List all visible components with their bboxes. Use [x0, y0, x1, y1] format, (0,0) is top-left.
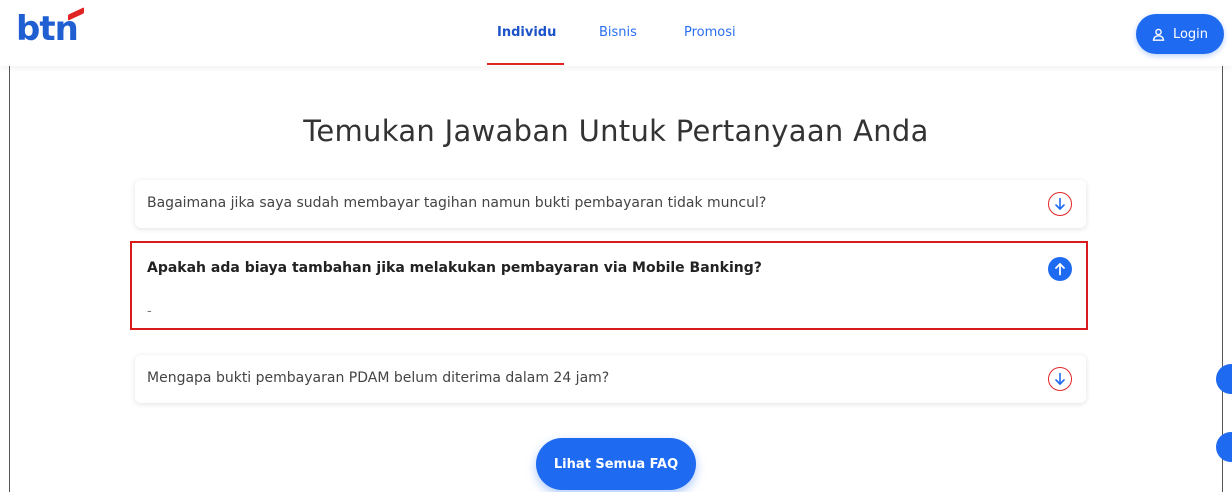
- nav-item-promosi[interactable]: Promosi: [684, 25, 736, 40]
- see-all-faq-button[interactable]: Lihat Semua FAQ: [536, 438, 696, 490]
- login-button[interactable]: Login: [1136, 14, 1224, 54]
- faq-question: Bagaimana jika saya sudah membayar tagih…: [147, 195, 767, 211]
- faq-question: Apakah ada biaya tambahan jika melakukan…: [147, 260, 762, 276]
- faq-item[interactable]: Mengapa bukti pembayaran PDAM belum dite…: [135, 355, 1086, 403]
- nav-item-individu[interactable]: Individu: [497, 25, 556, 40]
- faq-item[interactable]: Bagaimana jika saya sudah membayar tagih…: [135, 180, 1086, 228]
- arrow-up-icon[interactable]: [1048, 257, 1072, 281]
- active-nav-indicator: [487, 63, 564, 65]
- user-icon: [1152, 28, 1165, 41]
- login-label: Login: [1172, 26, 1209, 42]
- arrow-down-icon[interactable]: [1048, 367, 1072, 391]
- main-nav: Individu Bisnis Promosi: [0, 0, 1232, 66]
- faq-item-expanded[interactable]: Apakah ada biaya tambahan jika melakukan…: [135, 243, 1086, 328]
- faq-answer: -: [147, 304, 152, 319]
- arrow-down-icon[interactable]: [1048, 192, 1072, 216]
- nav-item-bisnis[interactable]: Bisnis: [599, 25, 637, 40]
- page-title: Temukan Jawaban Untuk Pertanyaan Anda: [303, 114, 929, 148]
- header: btn Individu Bisnis Promosi Login: [0, 0, 1232, 66]
- faq-question: Mengapa bukti pembayaran PDAM belum dite…: [147, 370, 610, 386]
